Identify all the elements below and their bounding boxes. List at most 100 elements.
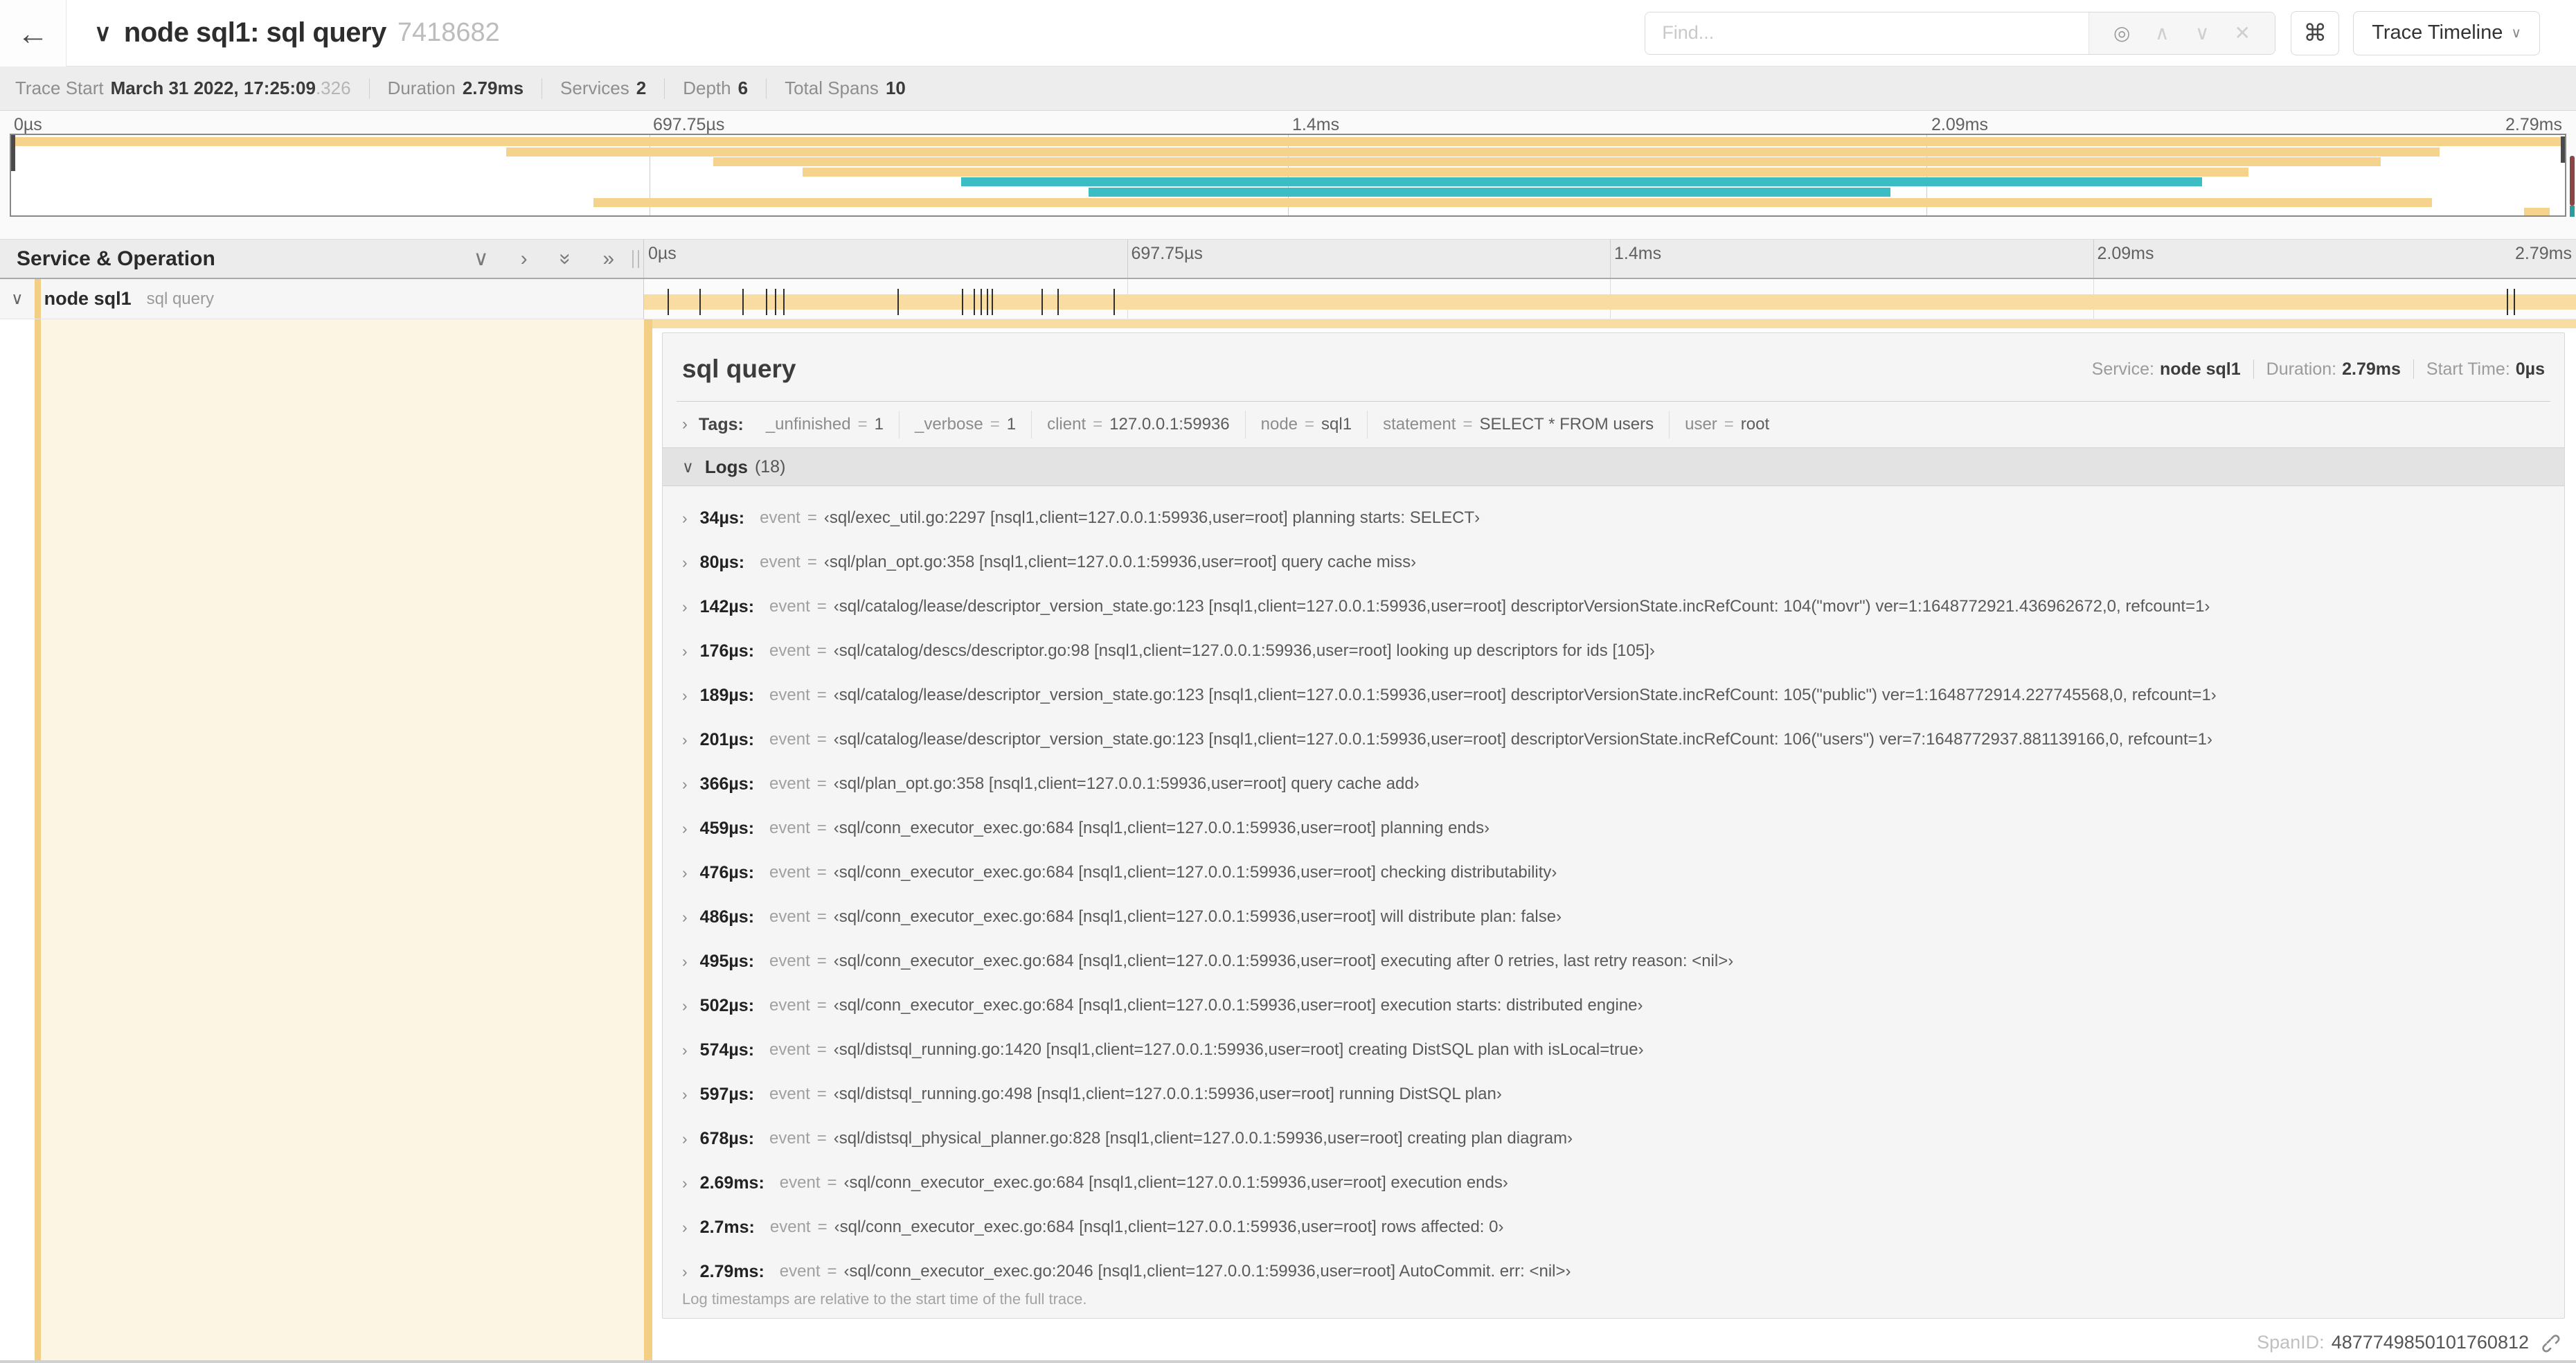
log-entry[interactable]: › 486µs: event = ‹sql/conn_executor_exec…	[663, 895, 2564, 939]
log-entry[interactable]: › 142µs: event = ‹sql/catalog/lease/desc…	[663, 585, 2564, 629]
log-marker-tick	[1041, 289, 1043, 315]
log-field-key: event	[769, 819, 810, 837]
span-row[interactable]: ∨ node sql1 sql query	[0, 279, 2576, 319]
tags-row[interactable]: › Tags: _unfinished = 1 _verbose = 1 client =…	[663, 402, 2564, 447]
log-entry[interactable]: › 574µs: event = ‹sql/distsql_running.go…	[663, 1028, 2564, 1072]
log-timestamp: 495µs:	[699, 951, 755, 971]
span-row-timeline[interactable]	[644, 279, 2576, 319]
time-tick-label: 2.79ms	[2515, 244, 2572, 263]
log-marker-tick	[961, 289, 963, 315]
collapse-one-icon[interactable]: ∨	[474, 247, 489, 271]
log-entry[interactable]: › 678µs: event = ‹sql/distsql_physical_p…	[663, 1116, 2564, 1161]
log-field-value: ‹sql/conn_executor_exec.go:684 [nsql1,cl…	[843, 1173, 1508, 1192]
find-input[interactable]	[1645, 12, 2089, 54]
span-id-row: SpanID: 4877749850101760812	[652, 1321, 2576, 1363]
trace-meta-item: Trace Start March 31 2022, 17:25:09.326	[15, 78, 351, 98]
back-button[interactable]: ←	[0, 0, 66, 66]
log-field-value: ‹sql/catalog/descs/descriptor.go:98 [nsq…	[833, 641, 1655, 660]
log-marker-tick	[1057, 289, 1059, 315]
time-tick-label: 0µs	[648, 244, 677, 263]
log-entry[interactable]: › 597µs: event = ‹sql/distsql_running.go…	[663, 1072, 2564, 1116]
log-timestamp: 678µs:	[699, 1128, 755, 1148]
log-marker-tick	[973, 289, 975, 315]
span-detail-card: sql query Service: node sql1 Duration: 2…	[662, 332, 2565, 1319]
log-entry[interactable]: › 189µs: event = ‹sql/catalog/lease/desc…	[663, 673, 2564, 718]
log-entry[interactable]: › 2.7ms: event = ‹sql/conn_executor_exec…	[663, 1205, 2564, 1249]
next-match-icon[interactable]: ∨	[2182, 21, 2222, 44]
log-entry[interactable]: › 476µs: event = ‹sql/conn_executor_exec…	[663, 850, 2564, 895]
log-marker-tick	[991, 289, 993, 315]
log-entry[interactable]: › 34µs: event = ‹sql/exec_util.go:2297 […	[663, 496, 2564, 540]
span-collapse-icon[interactable]: ∨	[11, 289, 24, 309]
logs-footnote: Log timestamps are relative to the start…	[682, 1290, 1087, 1308]
log-marker-tick	[699, 289, 701, 315]
view-select-button[interactable]: Trace Timeline ∨	[2353, 10, 2540, 55]
scrollbar-thumb-accent	[2570, 206, 2575, 217]
deep-link-icon[interactable]	[2539, 1331, 2561, 1353]
log-list: › 34µs: event = ‹sql/exec_util.go:2297 […	[663, 486, 2564, 1286]
log-entry[interactable]: › 2.69ms: event = ‹sql/conn_executor_exe…	[663, 1161, 2564, 1205]
tag-pill[interactable]: client = 127.0.0.1:59936	[1032, 411, 1246, 438]
collapse-all-icon[interactable]: »	[553, 253, 577, 265]
log-entry[interactable]: › 80µs: event = ‹sql/plan_opt.go:358 [ns…	[663, 540, 2564, 585]
log-entry[interactable]: › 502µs: event = ‹sql/conn_executor_exec…	[663, 983, 2564, 1028]
prev-match-icon[interactable]: ∧	[2142, 21, 2182, 44]
log-entry[interactable]: › 366µs: event = ‹sql/plan_opt.go:358 [n…	[663, 762, 2564, 806]
column-resize-grip[interactable]	[632, 249, 639, 268]
time-tick-label: 2.79ms	[2505, 115, 2562, 134]
log-marker-tick	[1113, 289, 1115, 315]
minimap-time-labels: 0µs 697.75µs 1.4ms 2.09ms 2.79ms	[10, 111, 2566, 134]
log-field-key: event	[769, 907, 810, 926]
tag-pill[interactable]: user = root	[1670, 411, 1785, 438]
focus-match-icon[interactable]: ◎	[2102, 21, 2142, 44]
log-entry[interactable]: › 495µs: event = ‹sql/conn_executor_exec…	[663, 939, 2564, 983]
log-marker-tick	[2513, 289, 2515, 315]
detail-meta: Service: node sql1 Duration: 2.79ms Star…	[2092, 359, 2545, 380]
log-marker-tick	[897, 289, 900, 315]
log-timestamp: 597µs:	[699, 1084, 755, 1104]
logs-header[interactable]: ∨ Logs (18)	[663, 447, 2564, 486]
expand-one-icon[interactable]: ›	[521, 247, 528, 271]
log-field-key: event	[769, 863, 810, 882]
chevron-right-icon: ›	[682, 996, 688, 1015]
log-marker-tick	[986, 289, 988, 315]
tag-pill[interactable]: node = sql1	[1246, 411, 1368, 438]
log-field-key: event	[769, 1040, 810, 1059]
expand-all-icon[interactable]: »	[602, 247, 614, 271]
window-bottom-edge	[0, 1360, 2576, 1363]
start-time-value: 0µs	[2515, 359, 2545, 379]
clear-find-icon[interactable]: ✕	[2222, 21, 2262, 44]
minimap-left-drag-handle[interactable]	[11, 135, 15, 171]
minimap-canvas[interactable]	[10, 134, 2566, 217]
scrollbar-thumb[interactable]	[2570, 156, 2575, 206]
log-entry[interactable]: › 201µs: event = ‹sql/catalog/lease/desc…	[663, 718, 2564, 762]
log-field-value: ‹sql/distsql_physical_planner.go:828 [ns…	[833, 1129, 1573, 1148]
span-duration-bar[interactable]	[644, 294, 2576, 310]
service-operation-header: Service & Operation ∨ › » »	[0, 240, 644, 278]
collapse-trace-icon[interactable]: ∨	[94, 19, 111, 47]
minimap-span-bar	[713, 157, 2381, 167]
tag-pill[interactable]: _unfinished = 1	[751, 411, 900, 438]
tag-pill[interactable]: statement = SELECT * FROM users	[1368, 411, 1670, 438]
tag-pill[interactable]: _verbose = 1	[900, 411, 1032, 438]
minimap-span-bar	[506, 147, 2440, 157]
minimap-span-bar	[593, 197, 2433, 207]
log-entry[interactable]: › 2.79ms: event = ‹sql/conn_executor_exe…	[663, 1249, 2564, 1286]
log-entry[interactable]: › 176µs: event = ‹sql/catalog/descs/desc…	[663, 629, 2564, 673]
log-field-value: ‹sql/catalog/lease/descriptor_version_st…	[833, 686, 2217, 704]
trace-meta-item: Total Spans 10	[785, 78, 906, 98]
minimap-right-drag-handle[interactable]	[2561, 136, 2565, 163]
log-field-key: event	[769, 686, 810, 704]
detail-accent-border	[644, 319, 652, 1363]
log-entry[interactable]: › 459µs: event = ‹sql/conn_executor_exec…	[663, 806, 2564, 850]
span-row-label[interactable]: ∨ node sql1 sql query	[0, 279, 644, 319]
log-marker-tick	[2507, 289, 2509, 315]
minimap-span-bar	[960, 177, 2203, 187]
ruler-gridline	[1610, 240, 1611, 278]
chevron-right-icon: ›	[682, 819, 688, 837]
log-field-key: event	[779, 1262, 821, 1281]
chevron-right-icon: ›	[682, 907, 688, 926]
keyboard-shortcuts-button[interactable]: ⌘	[2291, 10, 2340, 55]
minimap-span-bar	[2523, 208, 2550, 215]
minimap-span-bar	[1089, 188, 1891, 197]
